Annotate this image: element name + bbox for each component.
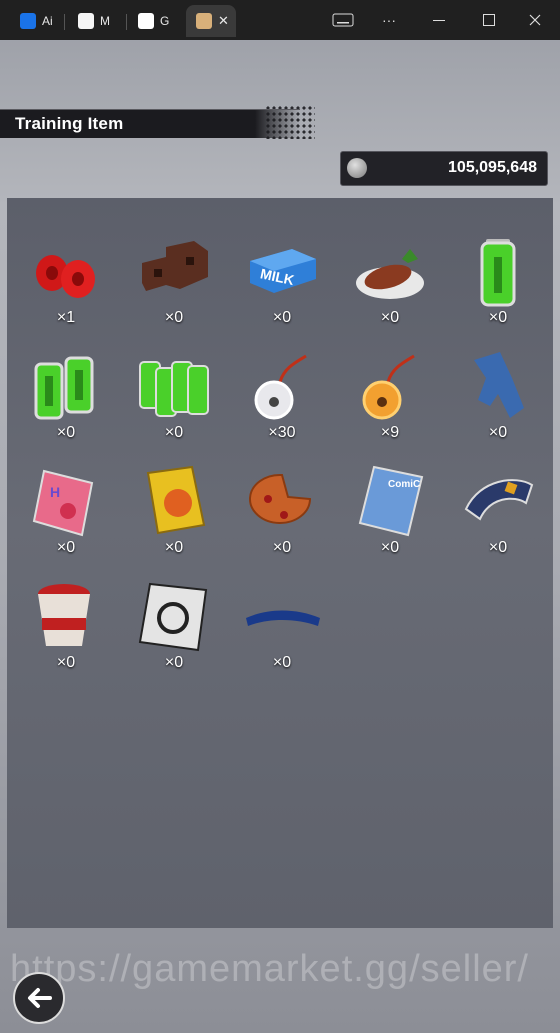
red-weights-icon xyxy=(36,255,95,298)
emblem-card-icon xyxy=(138,582,208,652)
minimize-icon[interactable] xyxy=(414,0,464,40)
browser-tab-3[interactable]: G xyxy=(118,5,180,37)
game-favicon-icon xyxy=(196,13,212,29)
brick-blocks-icon xyxy=(142,241,208,291)
item-count: ×0 xyxy=(488,424,508,441)
item-slot[interactable]: ×0 xyxy=(120,340,228,450)
item-count: ×9 xyxy=(380,424,400,441)
item-slot[interactable]: H ×0 xyxy=(12,455,120,565)
item-grid: ×1 ×0 MILK ×0 ×0 ×0 ×0 ×0 ×30 ×9 ×0 H ×0… xyxy=(7,198,553,928)
page-title: Training Item xyxy=(15,114,124,133)
tab-label: Ai xyxy=(42,14,53,28)
browser-tab-1[interactable]: Ai xyxy=(0,5,62,37)
svg-text:H: H xyxy=(50,484,60,500)
milk-carton-icon: MILK xyxy=(250,249,316,293)
headband-icon xyxy=(246,610,320,626)
tab-close-icon[interactable]: ✕ xyxy=(218,13,229,29)
magazine-yellow-icon xyxy=(146,465,206,535)
item-count: ×0 xyxy=(380,539,400,556)
item-count: ×30 xyxy=(268,424,296,441)
item-slot[interactable]: ×0 xyxy=(120,455,228,565)
item-count: ×0 xyxy=(488,309,508,326)
item-count: ×0 xyxy=(272,654,292,671)
item-count: ×0 xyxy=(380,309,400,326)
back-button[interactable] xyxy=(13,972,65,1024)
item-count: ×0 xyxy=(56,654,76,671)
item-slot[interactable]: ×0 xyxy=(228,455,336,565)
item-count: ×1 xyxy=(56,309,76,326)
item-count: ×0 xyxy=(56,539,76,556)
item-count: ×0 xyxy=(272,539,292,556)
pizza-icon xyxy=(249,473,312,524)
play-store-icon xyxy=(138,13,154,29)
currency-display: 105,095,648 xyxy=(340,151,548,186)
item-slot[interactable]: ×0 xyxy=(336,225,444,335)
item-slot[interactable]: ×0 xyxy=(444,455,552,565)
browser-tab-active[interactable]: ✕ xyxy=(186,5,236,37)
item-count: ×0 xyxy=(56,424,76,441)
close-icon[interactable] xyxy=(510,0,560,40)
tab-label: M xyxy=(100,14,110,28)
maximize-icon[interactable] xyxy=(464,0,514,40)
magazine-pink-icon: H xyxy=(32,469,94,537)
item-slot[interactable]: ×0 xyxy=(228,570,336,680)
section-header: Training Item xyxy=(0,109,300,138)
currency-amount: 105,095,648 xyxy=(448,159,537,176)
item-slot[interactable]: ×9 xyxy=(336,340,444,450)
window-titlebar: Ai M G ✕ ··· xyxy=(0,0,560,40)
jeans-icon xyxy=(474,352,524,418)
gold-bell-icon xyxy=(362,354,415,420)
item-slot[interactable]: ComiC ×0 xyxy=(336,455,444,565)
item-count: ×0 xyxy=(164,654,184,671)
item-count: ×0 xyxy=(272,309,292,326)
keyboard-icon[interactable] xyxy=(318,0,368,40)
app-favicon-icon xyxy=(78,13,94,29)
svg-text:ComiC: ComiC xyxy=(388,479,420,490)
item-slot[interactable]: ×0 xyxy=(120,225,228,335)
comic-book-icon: ComiC xyxy=(358,465,424,537)
wristband-icon xyxy=(464,479,534,521)
item-count: ×0 xyxy=(164,424,184,441)
app-favicon-icon xyxy=(20,13,36,29)
battery-single-icon xyxy=(480,239,516,307)
item-slot[interactable]: ×0 xyxy=(120,570,228,680)
tab-label: G xyxy=(160,14,170,28)
item-count: ×0 xyxy=(164,539,184,556)
item-slot[interactable]: ×0 xyxy=(12,340,120,450)
coin-icon xyxy=(347,158,367,178)
watermark-text: https://gamemarket.gg/seller/ xyxy=(10,948,529,990)
browser-tab-2[interactable]: M xyxy=(58,5,120,37)
more-options-icon[interactable]: ··· xyxy=(364,0,414,40)
item-slot[interactable]: ×30 xyxy=(228,340,336,450)
item-count: ×0 xyxy=(488,539,508,556)
item-slot[interactable]: ×0 xyxy=(444,225,552,335)
item-slot[interactable]: ×1 xyxy=(12,225,120,335)
item-slot[interactable]: MILK ×0 xyxy=(228,225,336,335)
back-arrow-icon xyxy=(28,988,52,1008)
silver-bell-icon xyxy=(254,354,307,420)
item-count: ×0 xyxy=(164,309,184,326)
battery-double-icon xyxy=(34,356,94,420)
grilled-fish-icon xyxy=(356,249,424,299)
battery-pack-icon xyxy=(139,361,209,417)
item-slot[interactable]: ×0 xyxy=(12,570,120,680)
item-slot[interactable]: ×0 xyxy=(444,340,552,450)
cup-noodles-icon xyxy=(38,584,90,646)
